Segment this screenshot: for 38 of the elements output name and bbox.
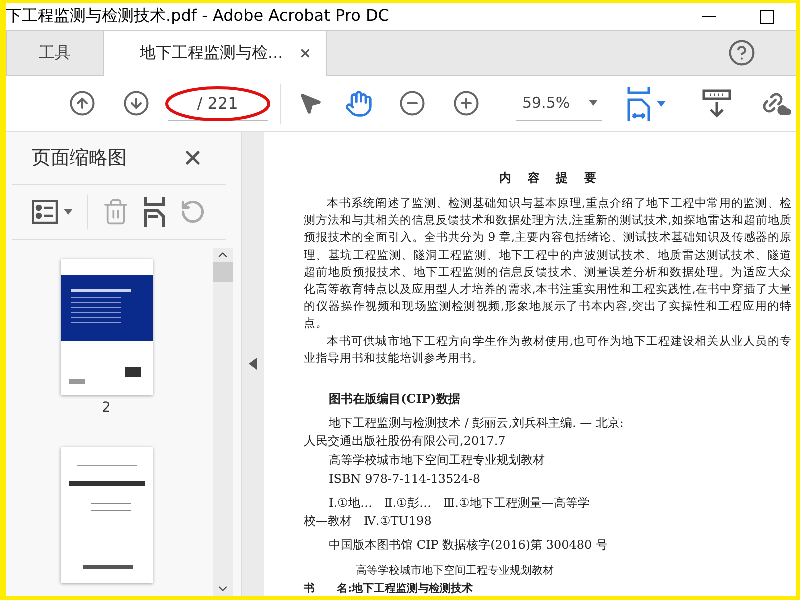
zoom-dropdown[interactable]: 59.5% [516,86,602,120]
section-heading: 图书在版编目(CIP)数据 [329,391,462,408]
paragraph: 本书系统阐述了监测、检测基础知识与基本原理,重点介绍了地下工程中常用的监测、检测方法和与其相关的信息反馈技术和数据处理方法,注重新的测试技术,如探地雷达和超前地质预报技术的全面引入。全书共分为 9 章,主要内容包括绪论、测试技术基础知识及传感器的原理、基坑工程监测、隧洞工程监测、地下工程中的声波测试技术、地质雷达测试技术、隧道超前地质预报技术、地下工程监测的信息反馈技术、测量误差分析和数据处理。为适应大众化高等教育特点以及应用型人才培养的需求,本书注重实用性和工程实践性,在书中穿插了大量的仪器操作视频和现场监测检测视频,形象地展示了书本内容,突出了实操性和工程应用的特点。 [304,195,792,332]
text-line: 校—教材 Ⅳ.①TU198 [304,513,433,530]
page-thumbnail[interactable] [60,259,152,395]
maximize-icon[interactable] [760,10,774,24]
series-title: 高等学校城市地下空间工程专业规划教材 [356,564,555,578]
text-line: 地下工程监测与检测技术 / 彭丽云,刘兵科主编. — 北京: [328,415,625,432]
panel-collapse-handle[interactable] [241,132,264,596]
next-page-icon[interactable] [122,90,150,117]
text-line: 高等学校城市地下空间工程专业规划教材 [328,452,546,470]
previous-page-icon[interactable] [68,90,96,117]
keyboard-download-icon[interactable] [702,88,732,118]
window-title: 下工程监测与检测技术.pdf - Adobe Acrobat Pro DC [6,6,390,27]
scroll-thumb[interactable] [213,262,233,282]
paragraph: 本书可供城市地下工程方向学生作为教材使用,也可作为地下工程建设相关从业人员的专业指导用书和技能培训参考用书。 [304,332,792,367]
field-label: 书 名: [304,582,352,596]
minimize-icon[interactable] [702,16,716,18]
text-line: ISBN 978-7-114-13524-8 [328,471,482,488]
page-number: 2 [102,401,111,415]
tab[interactable]: 地下工程监测与检... [103,31,327,76]
document-heading: 内 容 提 要 [498,170,598,187]
caret-icon [589,100,598,106]
hand-icon[interactable] [344,90,373,118]
text-line: Ⅰ.①地… Ⅱ.①彭… Ⅲ.①地下工程测量—高等学 [328,495,591,512]
caret-icon[interactable] [64,209,73,215]
fit-page-icon[interactable] [627,86,652,120]
thumbnail-options-icon[interactable] [32,200,58,224]
page-thumbnail[interactable] [60,447,152,583]
book-title: 地下工程监测与检测技术 [352,582,474,596]
zoom-in-icon[interactable] [452,90,480,117]
text-line: 中国版本图书馆 CIP 数据核字(2016)第 300480 号 [328,537,609,554]
caret-icon[interactable] [657,100,666,106]
close-icon[interactable] [299,47,312,60]
text-line: 人民交通出版社股份有限公司,2017.7 [304,433,507,450]
page-extract-icon[interactable] [144,197,166,227]
panel-title: 页面缩略图 [32,146,127,171]
zoom-out-icon[interactable] [399,90,426,117]
